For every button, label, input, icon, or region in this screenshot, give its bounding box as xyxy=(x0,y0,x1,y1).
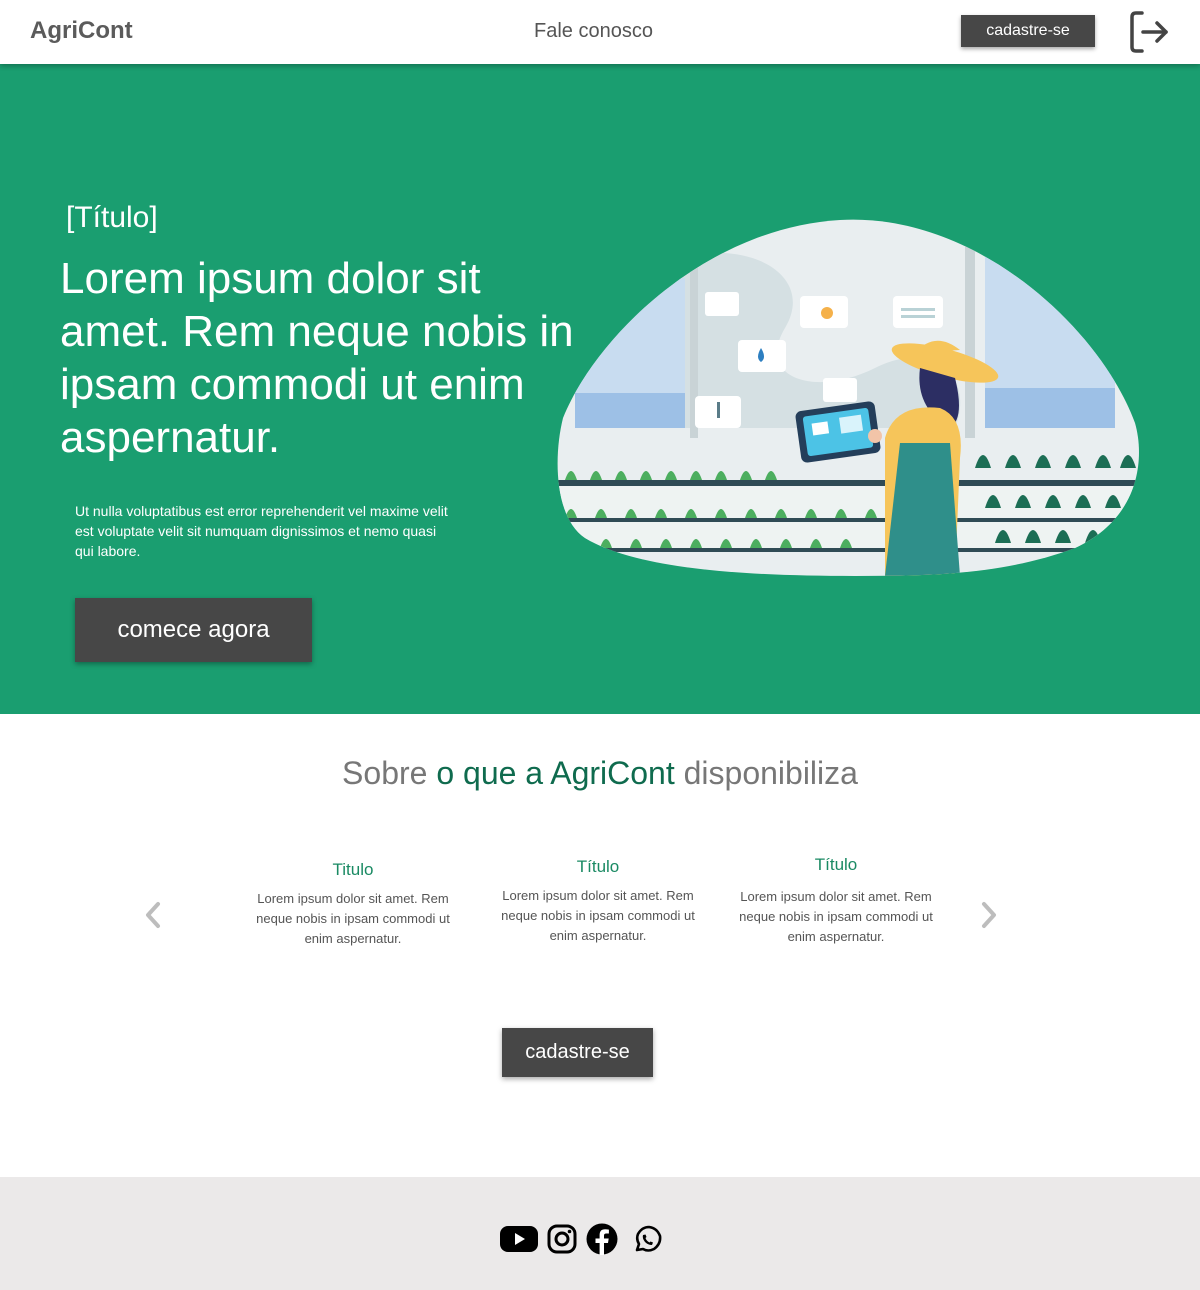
about-title-suffix: disponibiliza xyxy=(683,755,858,791)
about-title-prefix: Sobre xyxy=(342,755,428,791)
hero-section: [Título] Lorem ipsum dolor sit amet. Rem… xyxy=(0,64,1200,714)
header-signup-button[interactable]: cadastre-se xyxy=(961,15,1095,47)
brand-logo[interactable]: AgriCont xyxy=(30,17,133,45)
youtube-icon[interactable] xyxy=(499,1225,539,1253)
chevron-left-icon[interactable] xyxy=(143,900,163,930)
feature-card: Título Lorem ipsum dolor sit amet. Rem n… xyxy=(493,857,703,946)
feature-text: Lorem ipsum dolor sit amet. Rem neque no… xyxy=(501,888,695,943)
top-navbar: AgriCont Fale conosco cadastre-se xyxy=(0,0,1200,64)
farmer-greenhouse-illustration xyxy=(557,219,1139,576)
feature-card: Título Lorem ipsum dolor sit amet. Rem n… xyxy=(731,855,941,947)
whatsapp-icon[interactable] xyxy=(633,1225,662,1254)
about-section-title: Sobre o que a AgriCont disponibiliza xyxy=(0,755,1200,792)
contact-link[interactable]: Fale conosco xyxy=(534,20,653,43)
start-now-button[interactable]: comece agora xyxy=(75,598,312,662)
footer xyxy=(0,1177,1200,1290)
feature-title: Titulo xyxy=(332,860,374,879)
feature-text: Lorem ipsum dolor sit amet. Rem neque no… xyxy=(739,889,933,944)
feature-card: Titulo Lorem ipsum dolor sit amet. Rem n… xyxy=(248,860,458,949)
hero-tag: [Título] xyxy=(66,201,158,234)
signup-button[interactable]: cadastre-se xyxy=(502,1028,653,1077)
chevron-right-icon[interactable] xyxy=(979,900,999,930)
facebook-icon[interactable] xyxy=(586,1223,618,1255)
logout-icon[interactable] xyxy=(1128,10,1172,54)
about-title-accent: o que a AgriCont xyxy=(436,755,675,791)
feature-title: Título xyxy=(576,857,620,876)
feature-text: Lorem ipsum dolor sit amet. Rem neque no… xyxy=(256,891,450,946)
hero-heading: Lorem ipsum dolor sit amet. Rem neque no… xyxy=(60,254,574,462)
instagram-icon[interactable] xyxy=(547,1224,577,1254)
hero-description: Ut nulla voluptatibus est error reprehen… xyxy=(75,503,448,559)
feature-title: Título xyxy=(814,855,858,874)
